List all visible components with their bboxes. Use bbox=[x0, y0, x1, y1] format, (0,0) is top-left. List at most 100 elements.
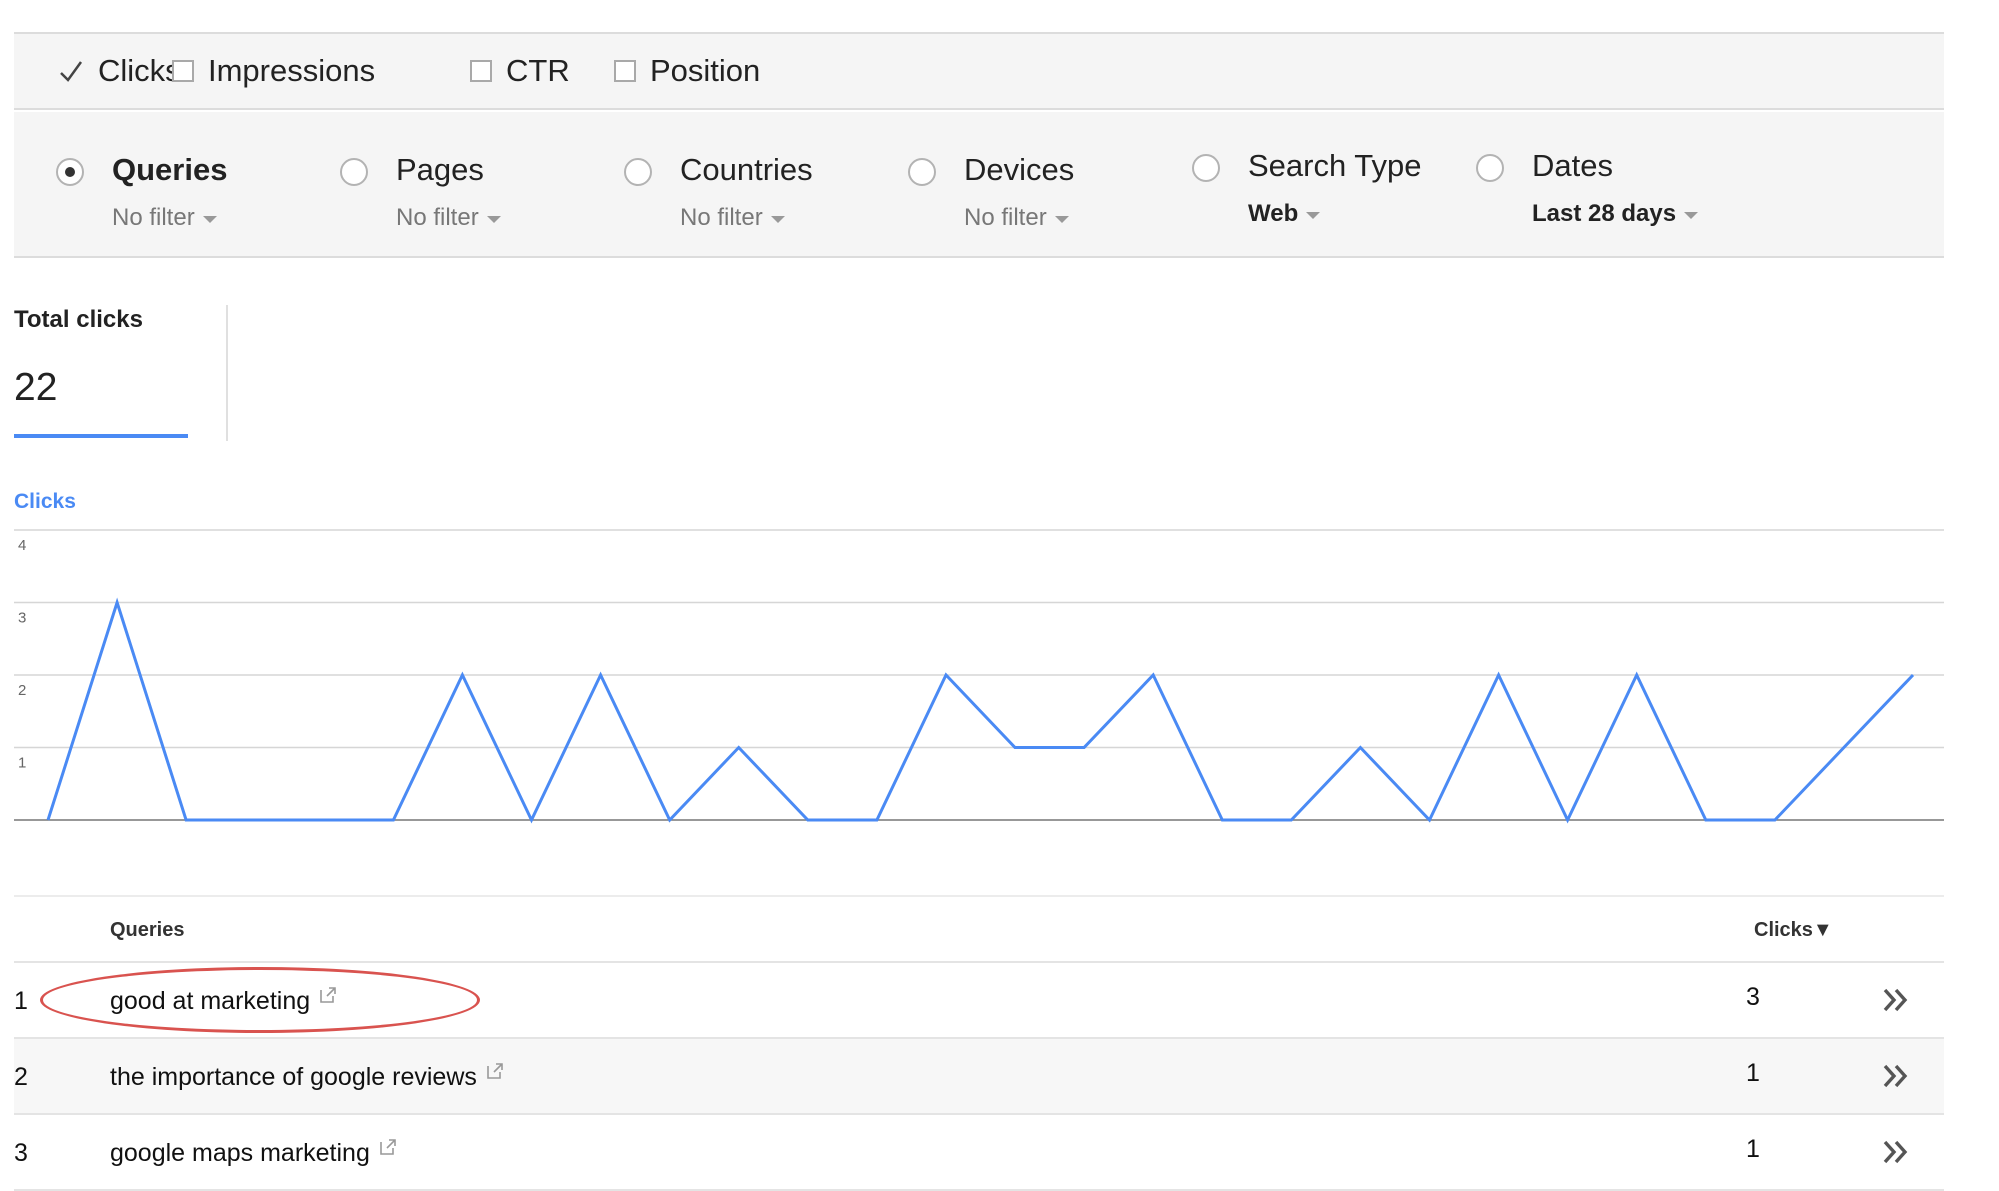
chart-title: Clicks bbox=[14, 490, 76, 513]
metric-clicks-toggle[interactable]: Clicks bbox=[58, 34, 181, 108]
double-chevron-right-icon[interactable] bbox=[1880, 983, 1912, 1017]
clicks-data-point[interactable] bbox=[318, 814, 330, 826]
clicks-data-point[interactable] bbox=[1493, 669, 1505, 681]
filter-dates-label: Dates bbox=[1532, 148, 1613, 183]
clicks-data-point[interactable] bbox=[1907, 669, 1919, 681]
row-rank: 2 bbox=[14, 1063, 28, 1091]
double-chevron-right-icon[interactable] bbox=[1880, 1135, 1912, 1169]
external-link-icon[interactable] bbox=[485, 1061, 505, 1081]
row-query-text: google maps marketing bbox=[110, 1139, 370, 1167]
filter-devices-dropdown[interactable]: No filter bbox=[964, 204, 1069, 232]
total-clicks-label: Total clicks bbox=[14, 306, 143, 333]
y-tick-label: 4 bbox=[18, 537, 26, 554]
external-link-icon[interactable] bbox=[318, 985, 338, 1005]
queries-radio[interactable] bbox=[56, 158, 84, 186]
clicks-data-point[interactable] bbox=[1769, 814, 1781, 826]
clicks-data-point[interactable] bbox=[526, 814, 538, 826]
caret-down-icon bbox=[202, 215, 217, 223]
table-row[interactable]: 3 google maps marketing 1 bbox=[14, 1115, 1944, 1191]
filter-pages-dropdown[interactable]: No filter bbox=[396, 204, 501, 232]
caret-down-icon bbox=[1306, 211, 1321, 219]
total-clicks-card[interactable]: Total clicks 22 bbox=[14, 300, 188, 440]
clicks-data-point[interactable] bbox=[940, 669, 952, 681]
table-header: Queries Clicks▼ bbox=[14, 895, 1944, 963]
card-divider bbox=[226, 305, 228, 441]
row-clicks: 1 bbox=[1746, 1135, 1760, 1163]
dates-radio[interactable] bbox=[1476, 154, 1504, 182]
filter-countries-dropdown[interactable]: No filter bbox=[680, 204, 785, 232]
row-query-text: the importance of google reviews bbox=[110, 1063, 477, 1091]
caret-down-icon bbox=[486, 215, 501, 223]
metric-impressions-toggle[interactable]: Impressions bbox=[172, 34, 375, 108]
ctr-checkbox[interactable] bbox=[470, 60, 492, 82]
y-tick-label: 2 bbox=[18, 682, 26, 699]
total-clicks-underline bbox=[14, 434, 188, 438]
clicks-data-point[interactable] bbox=[180, 814, 192, 826]
queries-table: Queries Clicks▼ 1 good at marketing 3 2 … bbox=[14, 895, 1944, 1191]
clicks-data-point[interactable] bbox=[456, 669, 468, 681]
filter-search-type-value: Web bbox=[1248, 200, 1299, 227]
metric-ctr-toggle[interactable]: CTR bbox=[470, 34, 570, 108]
clicks-data-point[interactable] bbox=[1354, 742, 1366, 754]
clicks-data-point[interactable] bbox=[595, 669, 607, 681]
pages-radio[interactable] bbox=[340, 158, 368, 186]
clicks-data-point[interactable] bbox=[733, 742, 745, 754]
clicks-data-point[interactable] bbox=[42, 814, 54, 826]
table-row[interactable]: 1 good at marketing 3 bbox=[14, 963, 1944, 1039]
clicks-data-point[interactable] bbox=[1423, 814, 1435, 826]
clicks-data-point[interactable] bbox=[1562, 814, 1574, 826]
countries-radio[interactable] bbox=[624, 158, 652, 186]
clicks-data-point[interactable] bbox=[249, 814, 261, 826]
filter-pages-value: No filter bbox=[396, 204, 479, 231]
double-chevron-right-icon[interactable] bbox=[1880, 1059, 1912, 1093]
caret-down-icon bbox=[1684, 211, 1699, 219]
clicks-data-point[interactable] bbox=[1631, 669, 1643, 681]
row-rank: 1 bbox=[14, 987, 28, 1015]
clicks-data-point[interactable] bbox=[1700, 814, 1712, 826]
position-checkbox[interactable] bbox=[614, 60, 636, 82]
row-clicks: 1 bbox=[1746, 1059, 1760, 1087]
clicks-data-point[interactable] bbox=[1216, 814, 1228, 826]
row-query-text: good at marketing bbox=[110, 987, 311, 1015]
table-row[interactable]: 2 the importance of google reviews 1 bbox=[14, 1039, 1944, 1115]
devices-radio[interactable] bbox=[908, 158, 936, 186]
caret-down-icon bbox=[770, 215, 785, 223]
clicks-data-point[interactable] bbox=[871, 814, 883, 826]
clicks-data-point[interactable] bbox=[1147, 669, 1159, 681]
metric-position-toggle[interactable]: Position bbox=[614, 34, 760, 108]
y-tick-label: 1 bbox=[18, 755, 26, 772]
clicks-data-point[interactable] bbox=[1285, 814, 1297, 826]
clicks-data-point[interactable] bbox=[664, 814, 676, 826]
column-header-queries[interactable]: Queries bbox=[110, 919, 184, 942]
clicks-series-line bbox=[46, 597, 1915, 824]
row-query[interactable]: google maps marketing bbox=[110, 1137, 398, 1168]
row-rank: 3 bbox=[14, 1139, 28, 1167]
search-type-radio[interactable] bbox=[1192, 154, 1220, 182]
row-query[interactable]: good at marketing bbox=[110, 985, 338, 1016]
metric-clicks-label: Clicks bbox=[98, 53, 181, 88]
filter-queries-label: Queries bbox=[112, 152, 228, 187]
external-link-icon[interactable] bbox=[378, 1137, 398, 1157]
metric-impressions-label: Impressions bbox=[208, 53, 376, 88]
clicks-data-point[interactable] bbox=[387, 814, 399, 826]
clicks-data-point[interactable] bbox=[1078, 742, 1090, 754]
column-header-clicks[interactable]: Clicks▼ bbox=[1754, 919, 1833, 942]
clicks-data-point[interactable] bbox=[111, 597, 123, 609]
filter-search-type-label: Search Type bbox=[1248, 148, 1422, 183]
filter-search-type-dropdown[interactable]: Web bbox=[1248, 200, 1321, 228]
metric-toggle-bar: Clicks Impressions CTR Position bbox=[14, 32, 1944, 110]
filter-devices-label: Devices bbox=[964, 152, 1075, 187]
clicks-data-point[interactable] bbox=[1838, 742, 1850, 754]
filter-devices-value: No filter bbox=[964, 204, 1047, 231]
filter-queries-dropdown[interactable]: No filter bbox=[112, 204, 217, 232]
filter-countries-label: Countries bbox=[680, 152, 813, 187]
clicks-data-point[interactable] bbox=[1009, 742, 1021, 754]
filter-dates-dropdown[interactable]: Last 28 days bbox=[1532, 200, 1699, 228]
row-clicks: 3 bbox=[1746, 983, 1760, 1011]
filter-queries-value: No filter bbox=[112, 204, 195, 231]
metric-ctr-label: CTR bbox=[506, 53, 570, 88]
filter-dates-value: Last 28 days bbox=[1532, 200, 1677, 227]
row-query[interactable]: the importance of google reviews bbox=[110, 1061, 505, 1092]
impressions-checkbox[interactable] bbox=[172, 60, 194, 82]
clicks-data-point[interactable] bbox=[802, 814, 814, 826]
